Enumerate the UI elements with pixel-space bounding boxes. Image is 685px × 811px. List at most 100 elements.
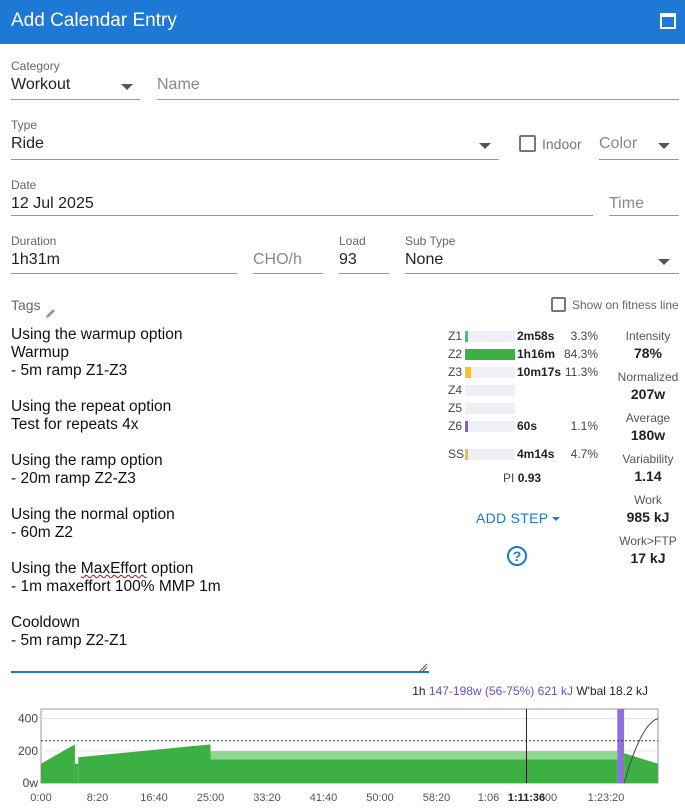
zone-name: Z4 <box>448 383 463 397</box>
x-tick-label: 33:20 <box>253 792 281 804</box>
description-underline <box>11 671 429 673</box>
workout-power-chart[interactable]: 400 200 0w 0:00 8:20 16:40 25:00 33:20 41:40 50:0… <box>0 700 685 811</box>
fitness-line-checkbox[interactable] <box>551 297 566 312</box>
desc-line <box>11 542 421 560</box>
zone-time: 2m58s <box>517 329 555 343</box>
zone-bar-track <box>465 367 515 378</box>
desc-line: Using the repeat option <box>11 398 172 415</box>
zone-bar-track <box>465 449 515 460</box>
zone-name: Z5 <box>448 401 463 415</box>
zone-bar-track <box>465 331 515 342</box>
zone-percent: 1.1% <box>570 419 598 433</box>
desc-line: Cooldown <box>11 614 80 631</box>
desc-line: - 1m maxeffort 100% MMP 1m <box>11 578 221 595</box>
zone-bar-fill <box>465 331 468 342</box>
x-tick-label: 58:20 <box>423 792 451 804</box>
x-tick-label: 1:11:36 <box>508 792 545 804</box>
zone-name: Z3 <box>448 365 463 379</box>
zone-name: Z6 <box>448 419 463 433</box>
zone-bar-track <box>465 403 515 414</box>
x-tick-label: 16:40 <box>140 792 168 804</box>
x-tick-label: 1:06 <box>478 792 499 804</box>
power-range-band <box>210 751 618 760</box>
title-bar: Add Calendar Entry <box>0 0 685 44</box>
subtype-chevron-down-icon[interactable] <box>658 259 670 265</box>
resize-handle-icon[interactable] <box>418 662 428 672</box>
pi-readout: PI 0.93 <box>503 471 542 485</box>
subtype-select[interactable]: None <box>405 251 443 269</box>
time-input[interactable]: Time <box>609 195 644 213</box>
zone-time: 1h16m <box>517 347 556 361</box>
tags-label: Tags <box>11 297 41 313</box>
x-tick-label: 41:40 <box>310 792 338 804</box>
zone-bar-fill <box>465 349 515 360</box>
chart-cursor-info: 1h 147-198w (56-75%) 621 kJ W'bal 18.2 k… <box>412 684 648 698</box>
type-label: Type <box>11 118 38 132</box>
zone-time: 10m17s <box>517 365 562 379</box>
cho-input[interactable]: CHO/h <box>253 251 302 269</box>
zone-bar-track <box>465 421 515 432</box>
y-tick-label: 0w <box>23 776 39 790</box>
caret-down-icon <box>552 517 561 522</box>
duration-input[interactable]: 1h31m <box>11 251 60 269</box>
dialog-title: Add Calendar Entry <box>11 10 177 31</box>
desc-line: Warmup <box>11 344 69 361</box>
zone-percent: 11.3% <box>564 365 598 379</box>
desc-line: - 20m ramp Z2-Z3 <box>11 470 136 487</box>
subtype-label: Sub Type <box>405 234 456 248</box>
zone-percent: 4.7% <box>570 447 598 461</box>
desc-line: - 60m Z2 <box>11 524 74 541</box>
load-input[interactable]: 93 <box>339 251 357 269</box>
zone-name: Z1 <box>448 329 463 343</box>
desc-line: Test for repeats 4x <box>11 416 139 433</box>
zone-bar-fill <box>465 421 468 432</box>
category-chevron-down-icon[interactable] <box>121 84 133 90</box>
metric-work: Work 985 kJ <box>626 493 670 525</box>
type-chevron-down-icon[interactable] <box>479 143 491 149</box>
x-tick-label: 50:00 <box>366 792 394 804</box>
pencil-icon[interactable] <box>45 307 57 319</box>
description-textarea[interactable]: Using the warmup option Warmup - 5m ramp… <box>11 326 421 650</box>
category-label: Category <box>11 59 60 73</box>
x-tick-label: 1:23:20 <box>588 792 625 804</box>
desc-line: Using the normal option <box>11 506 175 523</box>
zone-name: SS <box>448 447 465 461</box>
metric-normalized: Normalized 207w <box>617 370 679 402</box>
category-select[interactable]: Workout <box>11 76 70 94</box>
color-chevron-down-icon[interactable] <box>658 143 670 149</box>
metric-intensity: Intensity 78% <box>625 329 671 361</box>
desc-line <box>11 488 421 506</box>
zone-time: 4m14s <box>517 447 555 461</box>
desc-line: - 5m ramp Z1-Z3 <box>11 362 128 379</box>
desc-line <box>11 596 421 614</box>
power-step <box>74 763 79 783</box>
desc-line: Using the warmup option <box>11 326 183 343</box>
date-input[interactable]: 12 Jul 2025 <box>11 195 94 213</box>
indoor-checkbox[interactable] <box>519 135 536 152</box>
add-step-button[interactable]: ADD STEP <box>476 510 561 526</box>
duration-label: Duration <box>11 234 57 248</box>
indoor-label: Indoor <box>542 136 582 152</box>
power-step <box>210 759 618 783</box>
color-select[interactable]: Color <box>599 135 637 153</box>
zone-name: Z2 <box>448 347 463 361</box>
date-label: Date <box>11 178 37 192</box>
x-tick-label: 25:00 <box>197 792 225 804</box>
x-tick-label: :00 <box>542 792 557 804</box>
desc-line-maxeffort: Using the MaxEffort option <box>11 560 194 577</box>
load-label: Load <box>339 234 366 248</box>
desc-line: Using the ramp option <box>11 452 163 469</box>
metric-average: Average 180w <box>625 411 671 443</box>
maximize-icon[interactable] <box>660 13 676 29</box>
misspelled-word: MaxEffort <box>80 560 147 577</box>
power-step <box>617 709 625 783</box>
desc-line <box>11 434 421 452</box>
x-tick-label: 8:20 <box>87 792 108 804</box>
name-input[interactable]: Name <box>157 76 200 94</box>
y-tick-label: 200 <box>18 744 38 758</box>
zone-bar-fill <box>465 449 468 460</box>
type-select[interactable]: Ride <box>11 135 44 153</box>
zone-bar-track <box>465 385 515 396</box>
zone-percent: 84.3% <box>563 347 598 361</box>
help-icon[interactable]: ? <box>507 546 527 566</box>
